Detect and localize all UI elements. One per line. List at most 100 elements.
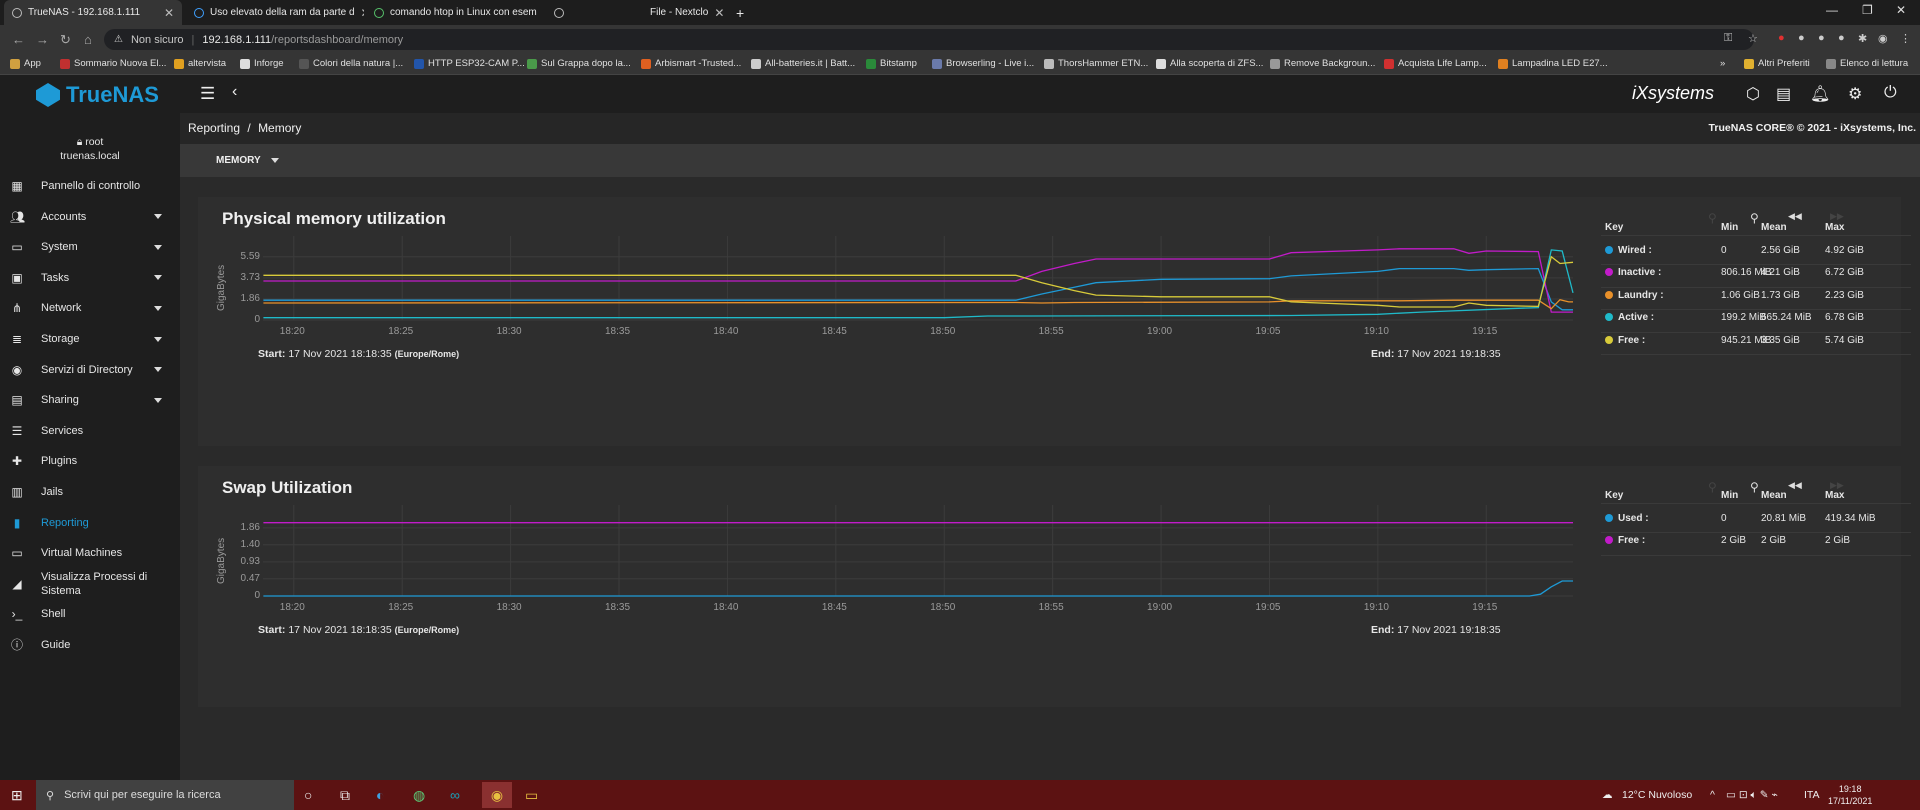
sidebar-item-tasks[interactable]: ▣ Tasks — [0, 263, 180, 293]
restore-icon[interactable]: ❐ — [1862, 3, 1873, 17]
tab-nextcloud[interactable]: File - Nextclo ✕ — [546, 0, 724, 25]
chrome-icon[interactable]: ◉ — [482, 782, 512, 808]
legend-row[interactable]: Free :945.21 MiB 3.35 GiB 5.74 GiB — [1601, 333, 1911, 355]
taskbar-search[interactable]: ⚲ Scrivi qui per eseguire la ricerca — [36, 780, 294, 810]
windows-start-icon[interactable]: ⊞ — [11, 787, 23, 804]
power-icon[interactable]: ⏻ — [1884, 84, 1897, 102]
collapse-sidebar-icon[interactable]: ‹ — [232, 83, 237, 101]
close-tab-icon[interactable]: ✕ — [361, 6, 364, 20]
address-bar[interactable]: ⚠ Non sicuro | 192.168.1.111/reportsdash… — [104, 29, 1754, 50]
ixsystems-logo[interactable]: iXsystems — [1632, 83, 1714, 104]
star-icon[interactable]: ☆ — [1748, 32, 1758, 45]
user-info[interactable]: 🔒︎ root truenas.local — [0, 135, 180, 163]
gear-icon[interactable]: ⚙ — [1848, 84, 1862, 104]
extension-icon[interactable]: ● — [1838, 32, 1845, 44]
weather-icon[interactable]: ☁ — [1602, 789, 1613, 801]
bookmark-item[interactable]: Sul Grappa dopo la... — [527, 58, 631, 69]
bookmark-item[interactable]: ThorsHammer ETN... — [1044, 58, 1148, 69]
bookmark-item[interactable]: Browserling - Live i... — [932, 58, 1034, 69]
weather-text[interactable]: 12°C Nuvoloso — [1622, 789, 1692, 801]
sidebar-item-pannello-di-controllo[interactable]: ▦ Pannello di controllo — [0, 171, 180, 201]
bookmark-item[interactable]: Bitstamp — [866, 58, 917, 69]
other-bookmarks[interactable]: Altri Preferiti — [1744, 58, 1810, 69]
bookmark-item[interactable]: altervista — [174, 58, 226, 69]
bookmark-item[interactable]: Sommario Nuova El... — [60, 58, 166, 69]
bookmark-item[interactable]: Alla scoperta di ZFS... — [1156, 58, 1263, 69]
close-tab-icon[interactable]: ✕ — [714, 6, 724, 20]
close-tab-icon[interactable]: ✕ — [543, 6, 544, 20]
start-label: Start: — [258, 348, 286, 360]
sidebar-item-accounts[interactable]: 👥︎ Accounts — [0, 202, 180, 232]
reload-icon[interactable]: ↻ — [60, 32, 71, 48]
bookmark-item[interactable]: All-batteries.it | Batt... — [751, 58, 855, 69]
extension-icon[interactable]: ● — [1798, 32, 1805, 44]
minimize-icon[interactable]: — — [1826, 3, 1838, 17]
key-icon[interactable]: ⚿ — [1724, 32, 1732, 45]
reading-list[interactable]: Elenco di lettura — [1826, 58, 1908, 69]
chart-svg[interactable] — [198, 466, 1598, 616]
bookmark-item[interactable]: Colori della natura |... — [299, 58, 403, 69]
tab-truenas[interactable]: TrueNAS - 192.168.1.111 ✕ — [4, 0, 182, 25]
bookmark-item[interactable]: Remove Backgroun... — [1270, 58, 1375, 69]
legend-row[interactable]: Wired : 0 2.56 GiB 4.92 GiB — [1601, 243, 1911, 265]
sidebar-item-jails[interactable]: ▥ Jails — [0, 477, 180, 507]
bookmark-item[interactable]: Arbismart -Trusted... — [641, 58, 741, 69]
tab-uso-ram[interactable]: Uso elevato della ram da parte d ✕ — [186, 0, 364, 25]
app-icon[interactable]: ◍ — [413, 787, 425, 804]
sidebar-item-network[interactable]: ⋔ Network — [0, 293, 180, 323]
tray-chevron-icon[interactable]: ^ — [1710, 789, 1715, 801]
close-tab-icon[interactable]: ✕ — [164, 6, 174, 20]
menu-kebab-icon[interactable]: ⋮ — [1900, 32, 1911, 45]
truecommand-icon[interactable]: ⬡ — [1746, 84, 1760, 104]
close-window-icon[interactable]: ✕ — [1896, 3, 1906, 17]
bookmark-item[interactable]: App — [10, 58, 41, 69]
forward-arrow-icon[interactable]: → — [36, 32, 49, 47]
bookmarks-overflow[interactable]: » — [1720, 58, 1725, 69]
sidebar-item-shell[interactable]: ›_ Shell — [0, 599, 180, 629]
sidebar-item-virtual-machines[interactable]: ▭ Virtual Machines — [0, 538, 180, 568]
arduino-icon[interactable]: ∞ — [450, 787, 460, 803]
bell-icon[interactable]: 🔔︎ — [1810, 84, 1830, 104]
bookmark-item[interactable]: HTTP ESP32-CAM P... — [414, 58, 525, 69]
bookmark-item[interactable]: Lampadina LED E27... — [1498, 58, 1608, 69]
bookmark-item[interactable]: Acquista Life Lamp... — [1384, 58, 1487, 69]
sidebar-item-guide[interactable]: ⓘ Guide — [0, 630, 180, 660]
report-type-select[interactable]: MEMORY — [216, 155, 279, 166]
sidebar-item-storage[interactable]: ≣ Storage — [0, 324, 180, 354]
breadcrumb-parent[interactable]: Reporting — [188, 121, 240, 135]
bookmark-favicon-icon — [1498, 58, 1508, 69]
tab-htop[interactable]: comando htop in Linux con esem ✕ — [366, 0, 544, 25]
sidebar-item-reporting[interactable]: ▮ Reporting — [0, 508, 180, 538]
legend-row[interactable]: Inactive :806.16 MiB 4.21 GiB 6.72 GiB — [1601, 265, 1911, 288]
profile-avatar-icon[interactable]: ◉ — [1878, 32, 1888, 45]
search-icon: ⚲ — [46, 789, 55, 802]
home-icon[interactable]: ⌂ — [84, 32, 92, 47]
tray-icons[interactable]: ▭ ⊡ 🔈︎ ✎ ⌁ — [1726, 789, 1778, 802]
sidebar-item-visualizza-processi-di-sistema[interactable]: ◢ Visualizza Processi di Sistema — [0, 569, 180, 599]
sidebar-item-services[interactable]: ☰ Services — [0, 416, 180, 446]
sidebar-item-sharing[interactable]: ▤ Sharing — [0, 385, 180, 415]
extension-icon[interactable]: ● — [1778, 32, 1785, 44]
clock[interactable]: 19:18 17/11/2021 — [1828, 783, 1872, 807]
new-tab-button[interactable]: + — [728, 0, 750, 25]
task-view-icon[interactable]: ⧉ — [340, 787, 350, 804]
chart-svg[interactable] — [198, 197, 1598, 340]
legend-row[interactable]: Active : 199.2 MiB 665.24 MiB 6.78 GiB — [1601, 310, 1911, 333]
legend-row[interactable]: Laundry : 1.06 GiB 1.73 GiB 2.23 GiB — [1601, 288, 1911, 310]
sidebar-item-plugins[interactable]: ✚ Plugins — [0, 446, 180, 476]
hamburger-menu-icon[interactable]: ☰ — [200, 84, 215, 104]
legend-row[interactable]: Used : 0 20.81 MiB 419.34 MiB — [1601, 511, 1911, 533]
file-explorer-icon[interactable]: ▭ — [525, 787, 538, 804]
clipboard-icon[interactable]: ▤ — [1776, 84, 1791, 104]
legend-row[interactable]: Free : 2 GiB 2 GiB 2 GiB — [1601, 533, 1911, 556]
sidebar-item-system[interactable]: ▭ System — [0, 232, 180, 262]
cortana-icon[interactable]: ○ — [304, 787, 312, 803]
bookmark-item[interactable]: Inforge — [240, 58, 284, 69]
language-indicator[interactable]: ITA — [1804, 789, 1820, 801]
edge-icon[interactable]: ◐ — [376, 787, 384, 803]
extension-icon[interactable]: ● — [1818, 32, 1825, 44]
puzzle-icon[interactable]: ✱ — [1858, 32, 1867, 45]
back-arrow-icon[interactable]: ← — [12, 32, 25, 47]
sidebar-item-servizi-di-directory[interactable]: ◉ Servizi di Directory — [0, 355, 180, 385]
truenas-logo[interactable]: TrueNAS — [36, 82, 159, 108]
